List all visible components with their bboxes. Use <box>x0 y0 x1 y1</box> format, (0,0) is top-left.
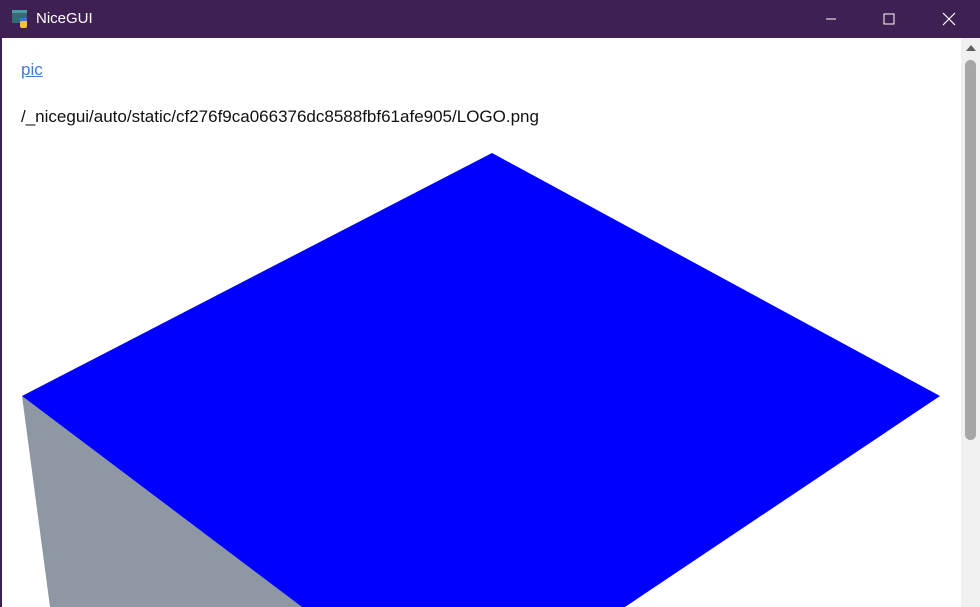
scrollbar-thumb[interactable] <box>965 60 976 440</box>
maximize-button[interactable] <box>860 0 918 38</box>
close-icon <box>942 12 956 26</box>
minimize-icon <box>825 13 837 25</box>
python-icon <box>11 9 31 29</box>
page-content: pic /_nicegui/auto/static/cf276f9ca06637… <box>2 38 961 607</box>
image-path-label: /_nicegui/auto/static/cf276f9ca066376dc8… <box>21 107 539 126</box>
app-window: NiceGUI pic /_nicegui/auto/static/cf276f… <box>0 0 980 607</box>
window-title: NiceGUI <box>36 10 93 27</box>
title-bar[interactable]: NiceGUI <box>0 0 980 38</box>
vertical-scrollbar[interactable] <box>961 38 980 607</box>
close-button[interactable] <box>920 0 978 38</box>
pic-link[interactable]: pic <box>21 60 43 80</box>
minimize-button[interactable] <box>802 0 860 38</box>
scroll-up-arrow-icon[interactable] <box>961 38 980 58</box>
maximize-icon <box>883 13 895 25</box>
